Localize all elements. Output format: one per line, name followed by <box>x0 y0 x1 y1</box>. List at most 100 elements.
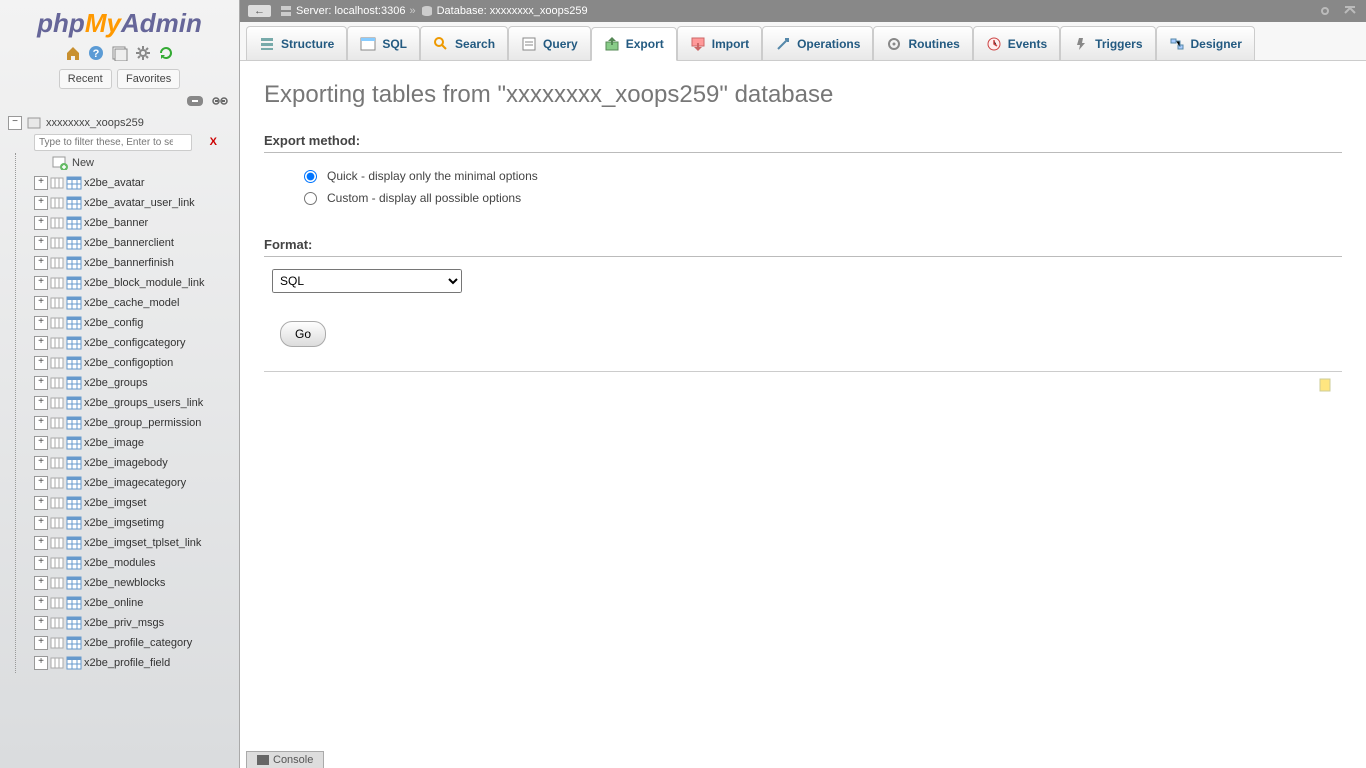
breadcrumb-database[interactable]: Database: xxxxxxxx_xoops259 <box>437 5 588 17</box>
tab-events[interactable]: Events <box>973 26 1060 60</box>
bookmark-icon[interactable] <box>1318 378 1332 392</box>
table-icon[interactable] <box>66 276 82 290</box>
expand-icon[interactable]: + <box>34 636 48 650</box>
expand-icon[interactable]: + <box>34 336 48 350</box>
columns-icon[interactable] <box>50 276 64 290</box>
expand-icon[interactable]: + <box>34 596 48 610</box>
table-icon[interactable] <box>66 516 82 530</box>
tree-table-item[interactable]: +x2be_imagebody <box>16 453 235 473</box>
settings-gear-icon[interactable] <box>135 45 151 61</box>
tab-structure[interactable]: Structure <box>246 26 347 60</box>
table-icon[interactable] <box>66 636 82 650</box>
expand-icon[interactable]: + <box>34 416 48 430</box>
db-name-label[interactable]: xxxxxxxx_xoops259 <box>46 117 144 129</box>
tree-table-item[interactable]: +x2be_imgsetimg <box>16 513 235 533</box>
expand-icon[interactable]: + <box>34 616 48 630</box>
expand-icon[interactable]: + <box>34 536 48 550</box>
tab-triggers[interactable]: Triggers <box>1060 26 1155 60</box>
expand-icon[interactable]: + <box>34 476 48 490</box>
collapse-top-icon[interactable] <box>1342 3 1358 19</box>
page-settings-gear-icon[interactable] <box>1317 3 1333 19</box>
recent-tab[interactable]: Recent <box>59 69 112 89</box>
table-icon[interactable] <box>66 196 82 210</box>
export-quick-row[interactable]: Quick - display only the minimal options <box>264 165 1342 187</box>
table-icon[interactable] <box>66 416 82 430</box>
table-icon[interactable] <box>66 656 82 670</box>
console-tab[interactable]: Console <box>246 751 324 768</box>
columns-icon[interactable] <box>50 316 64 330</box>
table-icon[interactable] <box>66 616 82 630</box>
tree-table-item[interactable]: +x2be_image <box>16 433 235 453</box>
table-icon[interactable] <box>66 396 82 410</box>
reload-icon[interactable] <box>158 45 174 61</box>
tab-search[interactable]: Search <box>420 26 508 60</box>
tree-table-item[interactable]: +x2be_bannerfinish <box>16 253 235 273</box>
table-icon[interactable] <box>66 216 82 230</box>
expand-icon[interactable]: + <box>34 316 48 330</box>
table-icon[interactable] <box>66 176 82 190</box>
columns-icon[interactable] <box>50 396 64 410</box>
expand-icon[interactable]: + <box>34 396 48 410</box>
table-icon[interactable] <box>66 556 82 570</box>
tree-table-item[interactable]: +x2be_online <box>16 593 235 613</box>
columns-icon[interactable] <box>50 596 64 610</box>
tree-table-item[interactable]: +x2be_configcategory <box>16 333 235 353</box>
export-custom-radio[interactable] <box>304 192 317 205</box>
columns-icon[interactable] <box>50 536 64 550</box>
table-icon[interactable] <box>66 316 82 330</box>
expand-icon[interactable]: + <box>34 576 48 590</box>
table-icon[interactable] <box>66 536 82 550</box>
logo[interactable]: phpMyAdmin <box>0 0 239 43</box>
columns-icon[interactable] <box>50 196 64 210</box>
tree-table-item[interactable]: +x2be_cache_model <box>16 293 235 313</box>
help-icon[interactable]: ? <box>88 45 104 61</box>
filter-clear-icon[interactable]: X <box>210 136 217 148</box>
columns-icon[interactable] <box>50 216 64 230</box>
expand-icon[interactable]: + <box>34 516 48 530</box>
tree-table-item[interactable]: +x2be_avatar_user_link <box>16 193 235 213</box>
tree-table-item[interactable]: +x2be_newblocks <box>16 573 235 593</box>
tree-table-item[interactable]: +x2be_imgset_tplset_link <box>16 533 235 553</box>
expand-icon[interactable]: + <box>34 456 48 470</box>
tab-routines[interactable]: Routines <box>873 26 972 60</box>
collapse-icon[interactable]: − <box>8 116 22 130</box>
columns-icon[interactable] <box>50 636 64 650</box>
tree-table-item[interactable]: +x2be_priv_msgs <box>16 613 235 633</box>
tree-table-item[interactable]: +x2be_groups <box>16 373 235 393</box>
columns-icon[interactable] <box>50 256 64 270</box>
expand-icon[interactable]: + <box>34 436 48 450</box>
expand-icon[interactable]: + <box>34 656 48 670</box>
go-button[interactable]: Go <box>280 321 326 347</box>
tree-table-item[interactable]: +x2be_block_module_link <box>16 273 235 293</box>
table-icon[interactable] <box>66 436 82 450</box>
format-select[interactable]: SQL <box>272 269 462 293</box>
expand-icon[interactable]: + <box>34 376 48 390</box>
columns-icon[interactable] <box>50 476 64 490</box>
collapse-all-icon[interactable] <box>186 95 204 107</box>
expand-icon[interactable]: + <box>34 176 48 190</box>
table-icon[interactable] <box>66 456 82 470</box>
columns-icon[interactable] <box>50 616 64 630</box>
tree-table-item[interactable]: +x2be_bannerclient <box>16 233 235 253</box>
tree-table-item[interactable]: +x2be_avatar <box>16 173 235 193</box>
columns-icon[interactable] <box>50 296 64 310</box>
breadcrumb-back-button[interactable]: ← <box>248 5 271 17</box>
tree-table-item[interactable]: +x2be_configoption <box>16 353 235 373</box>
expand-icon[interactable]: + <box>34 256 48 270</box>
columns-icon[interactable] <box>50 576 64 590</box>
table-icon[interactable] <box>66 236 82 250</box>
tab-sql[interactable]: SQL <box>347 26 420 60</box>
columns-icon[interactable] <box>50 416 64 430</box>
tree-table-item[interactable]: +x2be_imgset <box>16 493 235 513</box>
columns-icon[interactable] <box>50 176 64 190</box>
favorites-tab[interactable]: Favorites <box>117 69 180 89</box>
table-icon[interactable] <box>66 596 82 610</box>
link-icon[interactable] <box>211 95 229 107</box>
tab-designer[interactable]: Designer <box>1156 26 1255 60</box>
tree-table-item[interactable]: +x2be_profile_category <box>16 633 235 653</box>
expand-icon[interactable]: + <box>34 556 48 570</box>
expand-icon[interactable]: + <box>34 356 48 370</box>
home-icon[interactable] <box>65 45 81 61</box>
tree-table-item[interactable]: +x2be_group_permission <box>16 413 235 433</box>
export-quick-radio[interactable] <box>304 170 317 183</box>
